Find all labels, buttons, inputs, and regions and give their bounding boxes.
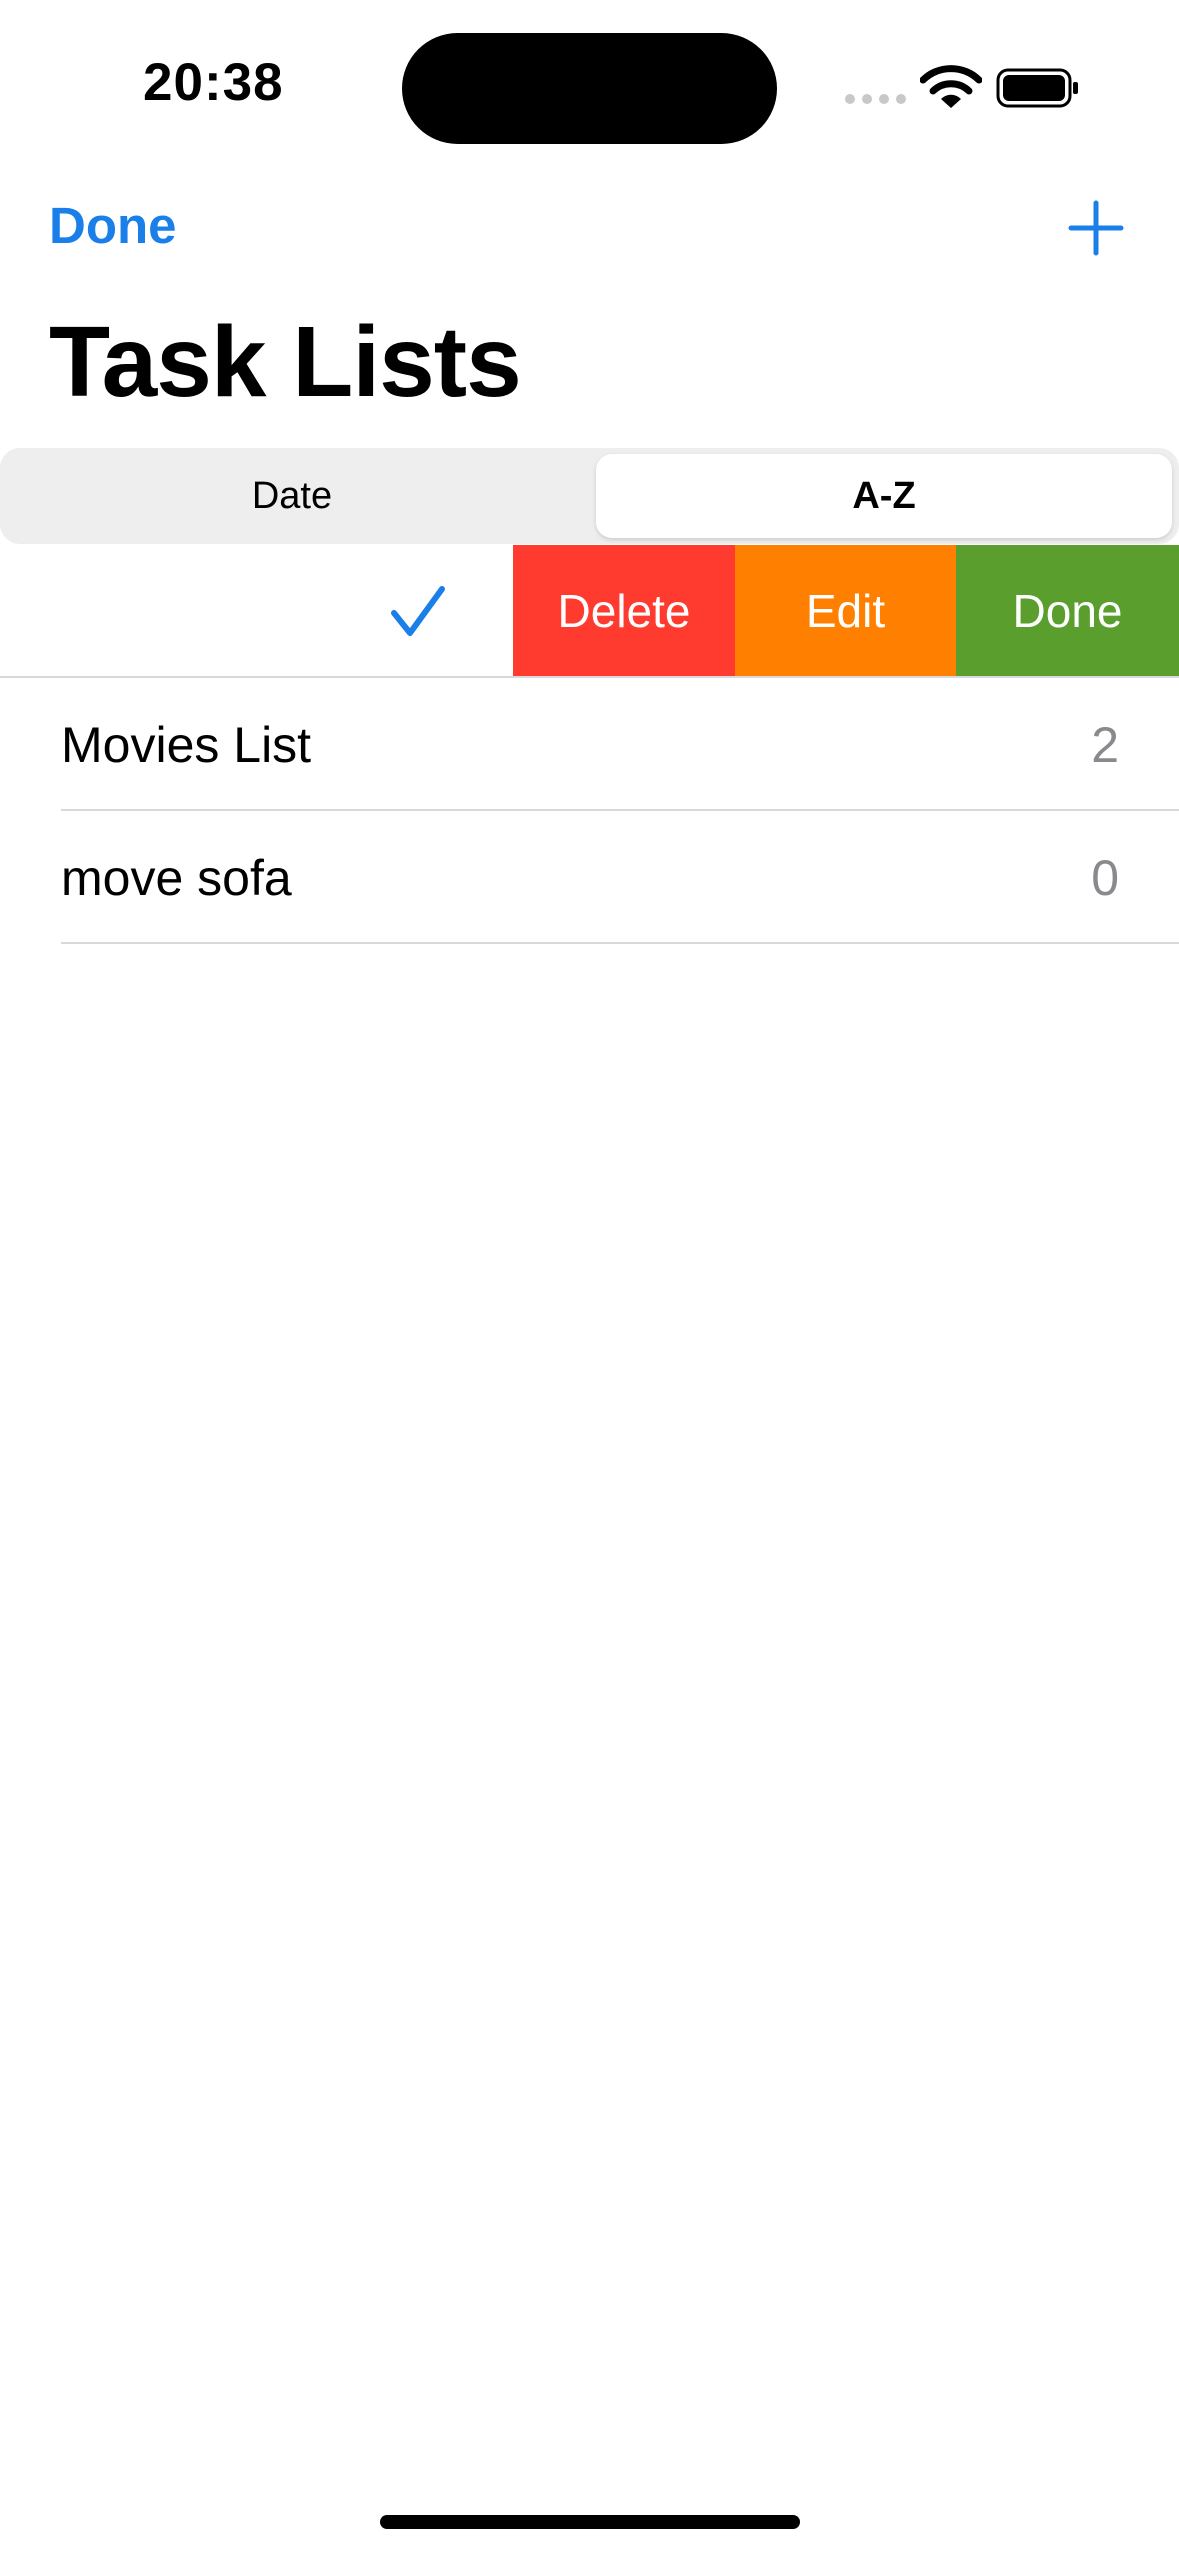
sort-option-az[interactable]: A-Z bbox=[596, 454, 1172, 538]
list-name: Movies List bbox=[61, 717, 312, 773]
battery-icon bbox=[996, 68, 1078, 108]
plus-icon[interactable] bbox=[1068, 200, 1124, 256]
wifi-icon bbox=[920, 65, 982, 108]
done-button[interactable]: Done bbox=[49, 196, 177, 255]
home-indicator[interactable] bbox=[380, 2515, 800, 2529]
edit-action-button[interactable]: Edit bbox=[735, 545, 956, 676]
list-item[interactable]: move sofa 0 bbox=[0, 811, 1179, 944]
done-action-button[interactable]: Done bbox=[956, 545, 1179, 676]
list-count: 2 bbox=[1091, 717, 1119, 773]
cellular-signal-icon bbox=[845, 94, 906, 104]
list-item[interactable]: Movies List 2 bbox=[0, 678, 1179, 811]
list-count: 0 bbox=[1091, 850, 1119, 906]
dynamic-island bbox=[402, 33, 777, 144]
status-time: 20:38 bbox=[143, 53, 284, 112]
delete-action-button[interactable]: Delete bbox=[513, 545, 735, 676]
checkmark-icon bbox=[391, 586, 445, 636]
sort-segmented-control: Date A-Z bbox=[0, 448, 1179, 544]
sort-option-date[interactable]: Date bbox=[6, 454, 578, 538]
list-name: move sofa bbox=[61, 850, 292, 906]
row-separator bbox=[61, 942, 1179, 944]
page-title: Task Lists bbox=[49, 306, 522, 418]
